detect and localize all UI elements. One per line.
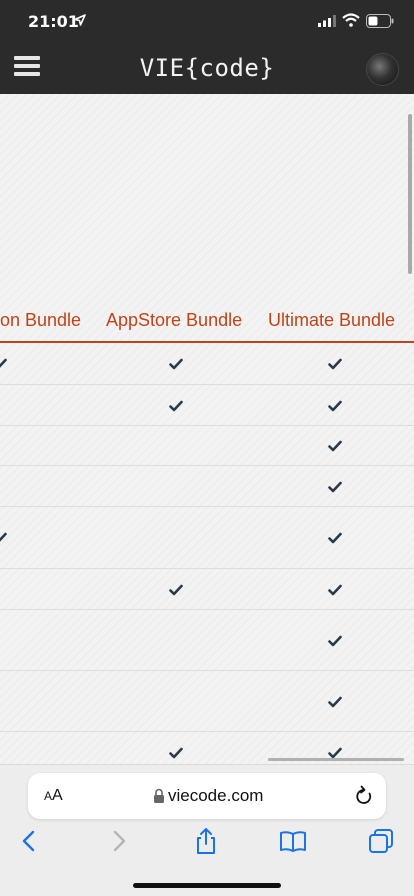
table-row [0, 385, 414, 426]
checkmark-icon [169, 400, 183, 411]
status-bar: 21:01 [0, 0, 414, 44]
checkmark-icon [328, 747, 342, 758]
table-row [0, 466, 414, 507]
home-indicator [133, 883, 281, 888]
checkmark-icon [328, 400, 342, 411]
bookmarks-icon[interactable] [279, 827, 307, 855]
table-row [0, 610, 414, 671]
column-header-ultimate-bundle: Ultimate Bundle [268, 310, 396, 330]
forward-icon[interactable] [104, 827, 132, 855]
tabs-icon[interactable] [367, 827, 395, 855]
checkmark-icon [169, 584, 183, 595]
text-size-button[interactable]: AA [44, 787, 63, 805]
battery-icon [366, 14, 394, 28]
checkmark-icon [328, 358, 342, 370]
table-row [0, 671, 414, 732]
table-row [0, 343, 414, 385]
wifi-icon [342, 13, 360, 27]
checkmark-icon [169, 747, 183, 758]
site-header: VIE{code} [0, 44, 414, 94]
checkmark-icon [0, 532, 7, 542]
share-icon[interactable] [192, 827, 220, 855]
checkmark-icon [328, 440, 342, 452]
url-text: viecode.com [168, 786, 264, 805]
horizontal-scrollbar[interactable] [268, 758, 404, 761]
site-logo[interactable]: VIE{code} [0, 54, 414, 82]
column-header-appstore-bundle: AppStore Bundle [106, 310, 243, 330]
table-row [0, 426, 414, 466]
vertical-scrollbar[interactable] [408, 114, 412, 274]
browser-toolbar: AA viecode.com [0, 764, 414, 896]
reload-icon[interactable] [354, 785, 374, 807]
cellular-signal-icon [318, 15, 336, 27]
column-header-bundle: on Bundle [0, 310, 82, 330]
avatar[interactable] [366, 53, 399, 86]
checkmark-icon [328, 481, 342, 492]
comparison-table: on Bundle AppStore Bundle Ultimate Bundl… [0, 94, 414, 764]
back-icon[interactable] [16, 827, 44, 855]
checkmark-icon [328, 532, 342, 544]
checkmark-icon [328, 696, 342, 707]
table-row [0, 569, 414, 610]
address-bar[interactable]: AA viecode.com [28, 773, 386, 819]
checkmark-icon [169, 358, 183, 370]
table-row [0, 507, 414, 569]
checkmark-icon [328, 584, 342, 595]
status-time: 21:01 [28, 12, 79, 31]
checkmark-icon [0, 358, 7, 368]
lock-icon [154, 788, 164, 803]
checkmark-icon [328, 635, 342, 646]
location-arrow-icon [74, 14, 86, 26]
